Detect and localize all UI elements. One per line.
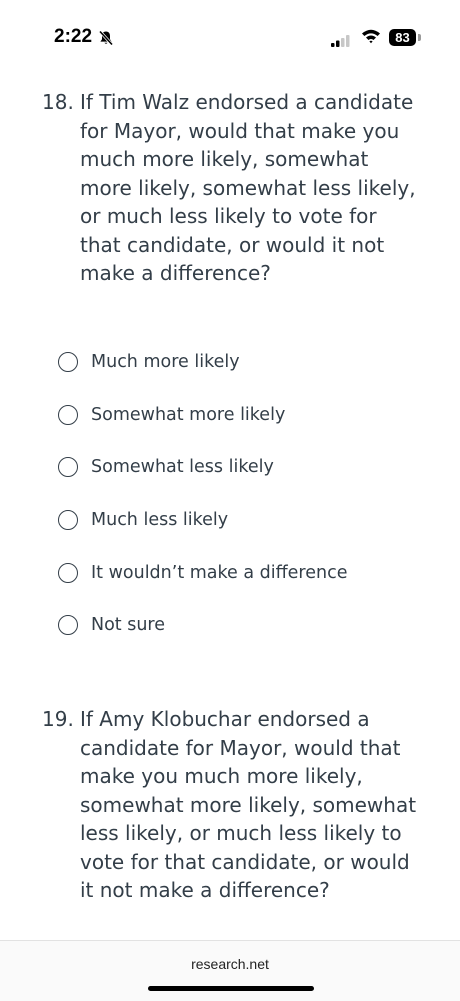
option-somewhat-more-likely[interactable]: Somewhat more likely [58, 404, 438, 458]
option-much-less-likely[interactable]: Much less likely [58, 510, 438, 563]
question-text: If Tim Walz endorsed a candidate for May… [80, 90, 416, 285]
survey-content[interactable]: 18. If Tim Walz endorsed a candidate for… [0, 78, 460, 940]
radio-button[interactable] [58, 615, 78, 636]
option-label: Somewhat more likely [91, 404, 286, 425]
option-somewhat-less-likely[interactable]: Somewhat less likely [58, 457, 438, 510]
battery-tip [418, 34, 421, 41]
status-time: 2:22 [54, 26, 93, 47]
option-no-difference[interactable]: It wouldn’t make a difference [58, 562, 438, 616]
radio-button[interactable] [58, 562, 78, 583]
cellular-signal-icon [331, 32, 351, 51]
option-label: Much more likely [91, 352, 240, 372]
question-number: 19. [42, 707, 74, 731]
answer-options: Much more likely Somewhat more likely So… [58, 352, 438, 668]
option-label: Not sure [91, 615, 166, 636]
radio-button[interactable] [58, 404, 78, 425]
radio-button[interactable] [58, 352, 78, 372]
radio-button[interactable] [58, 457, 78, 478]
wifi-icon [361, 28, 381, 48]
home-indicator[interactable] [148, 986, 314, 991]
option-not-sure[interactable]: Not sure [58, 615, 438, 668]
option-label: It wouldn’t make a difference [91, 562, 348, 583]
question-text: If Amy Klobuchar endorsed a candidate fo… [80, 707, 417, 902]
url-label[interactable]: research.net [0, 956, 460, 972]
bell-slash-icon [98, 30, 114, 50]
browser-address-bar[interactable]: research.net [0, 940, 460, 1001]
status-bar: 2:22 83 [0, 0, 460, 78]
option-much-more-likely[interactable]: Much more likely [58, 352, 438, 405]
question-number: 18. [42, 90, 74, 114]
option-label: Much less likely [91, 510, 229, 531]
option-label: Somewhat less likely [91, 457, 274, 478]
radio-button[interactable] [58, 510, 78, 531]
battery-icon: 83 [389, 29, 416, 46]
